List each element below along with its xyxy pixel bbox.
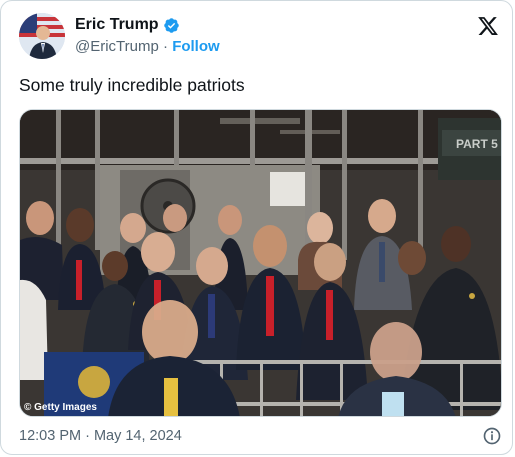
author-handle-row: @EricTrump · Follow xyxy=(75,38,220,55)
tweet-timestamp[interactable]: 12:03 PM · May 14, 2024 xyxy=(19,428,182,444)
info-icon[interactable] xyxy=(482,426,502,446)
part-sign-text: PART 5 xyxy=(456,137,498,151)
photo-credit: © Getty Images xyxy=(24,402,97,413)
tweet-photo[interactable]: PART 5 © Getty Images xyxy=(19,109,502,417)
tweet-header: Eric Trump @EricTrump · Follow xyxy=(19,13,499,63)
separator-dot: · xyxy=(163,38,169,55)
tweet-text: Some truly incredible patriots xyxy=(19,75,245,95)
verified-badge-icon xyxy=(163,17,179,33)
tweet-card: Eric Trump @EricTrump · Follow Some trul… xyxy=(0,0,513,455)
avatar[interactable] xyxy=(19,13,65,59)
x-logo-icon[interactable] xyxy=(477,15,499,37)
author-handle[interactable]: @EricTrump xyxy=(75,38,159,55)
follow-button[interactable]: Follow xyxy=(172,38,220,55)
author-name-row: Eric Trump xyxy=(75,16,180,34)
author-name[interactable]: Eric Trump xyxy=(75,16,159,34)
